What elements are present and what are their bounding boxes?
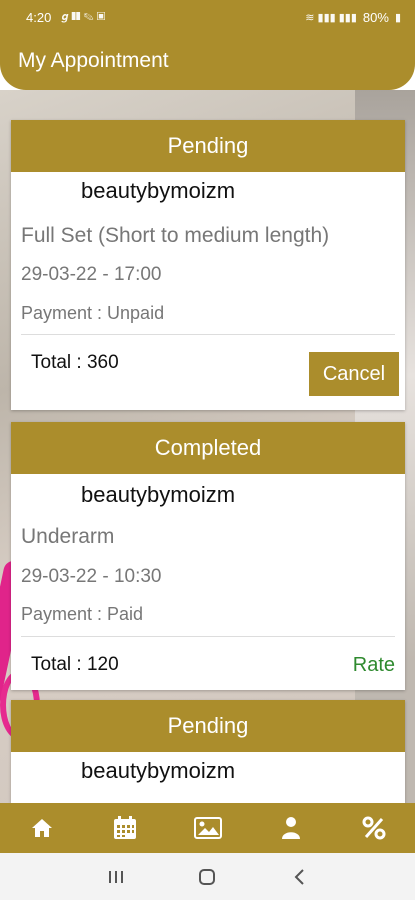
nav-offers[interactable] (354, 808, 394, 848)
status-bar: 4:20 𝒈 ❚❚ ✎ ▣ ≋ ▮▮▮ ▮▮▮ 80% ▮ (0, 0, 415, 34)
signal-icons: ≋ ▮▮▮ ▮▮▮ (305, 11, 357, 24)
rate-button[interactable]: Rate (353, 654, 395, 677)
system-navigation (0, 853, 415, 900)
nav-profile[interactable] (271, 808, 311, 848)
total-amount: Total : 120 (31, 654, 119, 675)
calendar-icon (113, 816, 136, 839)
battery-icon: ▮ (394, 11, 401, 24)
appointment-card: Completed beautybymoizm Underarm 29-03-2… (11, 422, 405, 690)
status-time: 4:20 (26, 9, 52, 25)
cancel-button[interactable]: Cancel (309, 352, 399, 396)
notification-icons: 𝒈 ❚❚ ✎ ▣ (61, 10, 106, 23)
divider (21, 636, 395, 637)
nav-home[interactable] (22, 808, 62, 848)
appointment-card: Pending beautybymoizm Full Set (Short to… (11, 120, 405, 410)
app-bar: My Appointment (0, 34, 415, 90)
percent-icon (362, 816, 385, 840)
payment-status: Payment : Paid (21, 604, 144, 624)
recent-apps-icon (108, 870, 123, 883)
salon-name: beautybymoizm (81, 482, 236, 507)
service-name: Full Set (Short to medium length) (21, 224, 330, 247)
bottom-navigation (0, 803, 415, 853)
status-header: Pending (11, 700, 405, 752)
appointment-datetime: 29-03-22 - 10:30 (21, 566, 162, 587)
status-header: Completed (11, 422, 405, 474)
payment-status: Payment : Unpaid (21, 303, 165, 323)
total-amount: Total : 360 (31, 352, 119, 373)
appointment-datetime: 29-03-22 - 17:00 (21, 264, 162, 285)
salon-name: beautybymoizm (81, 758, 236, 783)
salon-name: beautybymoizm (81, 178, 236, 203)
nav-gallery[interactable] (188, 808, 228, 848)
recent-apps-button[interactable] (101, 862, 131, 892)
service-name: Underarm (21, 525, 115, 548)
gallery-icon (193, 817, 222, 839)
page-title: My Appointment (18, 49, 169, 72)
home-icon (31, 819, 52, 837)
battery-level: 80% (362, 9, 389, 25)
home-circle-icon (199, 868, 216, 885)
nav-appointments[interactable] (105, 808, 145, 848)
divider (21, 334, 395, 335)
status-header: Pending (11, 120, 405, 172)
appointment-card: Pending beautybymoizm (11, 700, 405, 803)
home-system-button[interactable] (192, 862, 222, 892)
back-button[interactable] (284, 862, 314, 892)
profile-icon (281, 817, 300, 839)
back-icon (294, 868, 304, 885)
